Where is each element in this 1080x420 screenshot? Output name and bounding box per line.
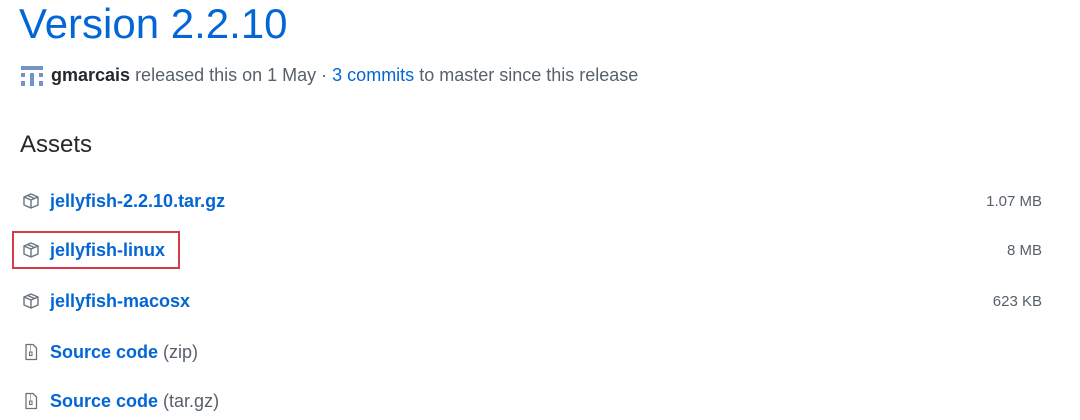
file-zip-icon [22, 392, 40, 410]
asset-name: jellyfish-2.2.10.tar.gz [50, 190, 226, 211]
released-text: released this on 1 May · [130, 64, 333, 85]
asset-link-tar-gz[interactable]: jellyfish-2.2.10.tar.gz [12, 182, 240, 220]
asset-row: Source code (zip) [12, 334, 1042, 370]
asset-size: 1.07 MB [986, 192, 1042, 210]
asset-link-macosx[interactable]: jellyfish-macosx [12, 282, 205, 320]
package-icon [22, 192, 40, 210]
asset-name: Source code [50, 341, 159, 362]
assets-heading: Assets [20, 131, 93, 158]
asset-suffix: (tar.gz) [163, 390, 220, 411]
asset-row: Source code (tar.gz) [12, 383, 1042, 419]
asset-link-source-zip[interactable]: Source code (zip) [12, 333, 208, 371]
asset-row: jellyfish-macosx 623 KB [12, 283, 1042, 319]
asset-name: jellyfish-linux [50, 239, 166, 260]
asset-size: 8 MB [1006, 241, 1042, 259]
asset-link-source-tar-gz[interactable]: Source code (tar.gz) [12, 382, 229, 420]
package-icon [22, 241, 40, 259]
author-link[interactable]: gmarcais [51, 65, 130, 86]
commits-suffix: to master since this release [414, 64, 639, 85]
asset-name: jellyfish-macosx [50, 290, 191, 311]
commits-link[interactable]: 3 commits [332, 65, 414, 86]
asset-suffix: (zip) [163, 341, 199, 362]
asset-name: Source code [50, 390, 159, 411]
asset-size: 623 KB [992, 292, 1042, 310]
release-meta: gmarcais released this on 1 May · 3 comm… [21, 62, 638, 88]
release-title[interactable]: Version 2.2.10 [19, 0, 288, 50]
asset-row: jellyfish-2.2.10.tar.gz 1.07 MB [12, 183, 1042, 219]
package-icon [22, 292, 40, 310]
asset-link-linux[interactable]: jellyfish-linux [12, 231, 181, 269]
asset-row: jellyfish-linux 8 MB [12, 231, 1042, 269]
author-avatar[interactable] [21, 64, 43, 86]
file-zip-icon [22, 343, 40, 361]
